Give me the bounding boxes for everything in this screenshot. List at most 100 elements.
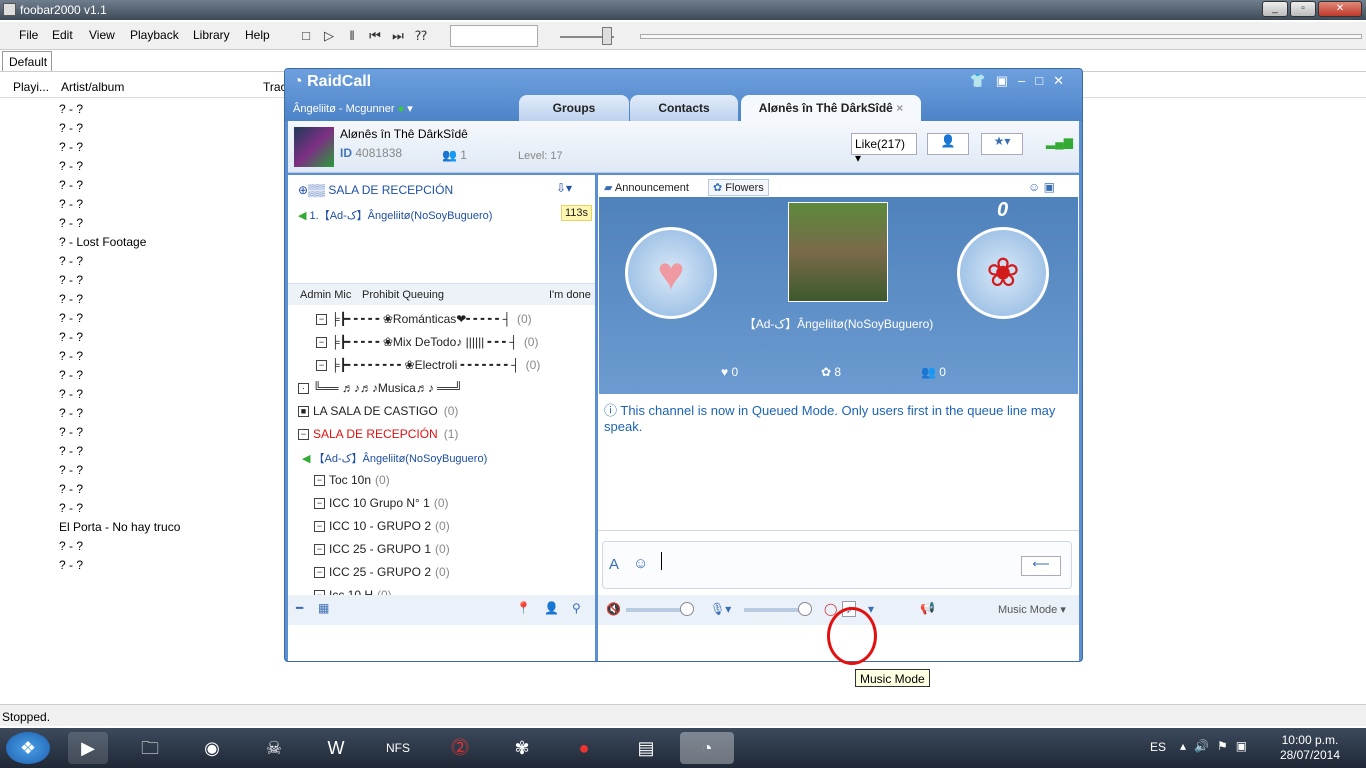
prohibit-queuing-button[interactable]: Prohibit Queuing xyxy=(362,289,444,301)
playlist-row[interactable]: El Porta - No hay truco xyxy=(59,520,180,534)
playlist-row[interactable]: ? - ? xyxy=(59,558,83,572)
next-icon[interactable]: ⏭ xyxy=(389,27,407,45)
locate-icon[interactable]: 📍 xyxy=(516,601,531,615)
favorite-button[interactable]: ★▾ xyxy=(981,133,1023,155)
playlist-row[interactable]: ? - ? xyxy=(59,330,83,344)
channel-item[interactable]: ■ LA SALA DE CASTIGO (0) xyxy=(298,404,458,418)
playlist-row[interactable]: ? - ? xyxy=(59,368,83,382)
playlist-row[interactable]: ? - ? xyxy=(59,425,83,439)
clock[interactable]: 10:00 p.m. 28/07/2014 xyxy=(1280,733,1340,763)
language-indicator[interactable]: ES xyxy=(1150,740,1166,754)
search-icon[interactable]: ⚲ xyxy=(572,601,581,615)
expand-icon[interactable]: − xyxy=(314,544,325,556)
playlist-row[interactable]: ? - ? xyxy=(59,311,83,325)
column-artist[interactable]: Artist/album xyxy=(61,80,124,94)
channel-settings-icon[interactable]: ▦ xyxy=(318,601,329,615)
channel-item[interactable]: − ╞┣╸╸╸╸╸❀Mix DeTodo♪ |||||| ╸╸╸┤ (0) xyxy=(316,335,538,349)
speaker-volume-thumb[interactable] xyxy=(680,602,694,616)
column-playing[interactable]: Playi... xyxy=(13,80,49,94)
playlist-row[interactable]: ? - Lost Footage xyxy=(59,235,146,249)
playlist-row[interactable]: ? - ? xyxy=(59,501,83,515)
like-button[interactable]: Like(217) ▾ xyxy=(851,133,917,165)
expand-icon[interactable]: ■ xyxy=(298,406,309,418)
alienware-icon[interactable]: ☠ xyxy=(254,732,294,764)
font-icon[interactable]: A xyxy=(609,556,619,573)
close-button[interactable]: ✕ xyxy=(1318,1,1362,17)
subchannel-item[interactable]: − ICC 25 - GRUPO 2 (0) xyxy=(314,565,450,579)
menu-edit[interactable]: Edit xyxy=(52,28,73,42)
expand-icon[interactable]: − xyxy=(314,521,325,533)
user-icon[interactable]: 👤 xyxy=(544,601,559,615)
speaker-mute-icon[interactable]: 🔇 xyxy=(606,602,621,616)
send-button[interactable]: ⟵ xyxy=(1021,556,1061,576)
playlist-row[interactable]: ? - ? xyxy=(59,273,83,287)
subchannel-item[interactable]: − ICC 10 Grupo N° 1 (0) xyxy=(314,496,449,510)
subchannel-item[interactable]: − Toc 10n (0) xyxy=(314,473,390,487)
playlist-row[interactable]: ? - ? xyxy=(59,406,83,420)
subchannel-item[interactable]: − ICC 25 - GRUPO 1 (0) xyxy=(314,542,450,556)
admin-mic-button[interactable]: Admin Mic xyxy=(300,289,351,301)
maximize-button[interactable]: ▫ xyxy=(1290,1,1316,17)
pause-icon[interactable]: ‖ xyxy=(343,27,361,45)
wow-icon[interactable]: W xyxy=(316,732,356,764)
channel-item[interactable]: − ╞┣╸╸╸╸╸╸╸╸❀Electroli ╸╸╸╸╸╸╸┤ (0) xyxy=(316,358,540,372)
collapse-icon[interactable]: ━ xyxy=(296,601,303,615)
add-member-button[interactable]: 👤 xyxy=(927,133,969,155)
media-player-icon[interactable]: ▶ xyxy=(68,732,108,764)
seek-bar[interactable] xyxy=(640,34,1362,39)
expand-icon[interactable]: − xyxy=(316,314,327,326)
menu-help[interactable]: Help xyxy=(245,28,270,42)
volume-thumb[interactable] xyxy=(602,27,612,45)
expand-icon[interactable]: − xyxy=(298,429,309,441)
playlist-row[interactable]: ? - ? xyxy=(59,178,83,192)
previous-icon[interactable]: ⏮ xyxy=(366,27,384,45)
announcement-tab[interactable]: ▰ Announcement xyxy=(604,181,689,194)
playlist-row[interactable]: ? - ? xyxy=(59,216,83,230)
queue-user[interactable]: ◀ 1.【Ad-ک】Ângeliitø(NoSoyBuguero) xyxy=(298,207,492,223)
playlist-row[interactable]: ? - ? xyxy=(59,102,83,116)
minimize-button[interactable]: _ xyxy=(1262,1,1288,17)
chrome-icon[interactable]: ◉ xyxy=(192,732,232,764)
channel-member[interactable]: ◀ 【Ad-ک】Ângeliitø(NoSoyBuguero) xyxy=(302,450,487,466)
menu-library[interactable]: Library xyxy=(193,28,230,42)
raidcall-taskbar-icon[interactable]: ◔ xyxy=(680,732,734,764)
random-icon[interactable]: ⁇ xyxy=(412,27,430,45)
tab-contacts[interactable]: Contacts xyxy=(630,95,738,121)
mic-icon[interactable]: 🎙▾ xyxy=(710,602,731,616)
playlist-row[interactable]: ? - ? xyxy=(59,197,83,211)
close-tab-icon[interactable]: × xyxy=(896,101,903,115)
expand-icon[interactable]: − xyxy=(316,337,327,349)
playlist-row[interactable]: ? - ? xyxy=(59,140,83,154)
rose-bubble[interactable]: ❀ xyxy=(957,227,1049,319)
mic-volume-thumb[interactable] xyxy=(798,602,812,616)
room-tools-icon[interactable]: ☺ ▣ xyxy=(1028,180,1055,194)
voice-mode-select[interactable]: Music Mode ▾ xyxy=(998,603,1066,616)
tray-icons[interactable]: ▴🔊⚑▣ xyxy=(1180,739,1255,753)
playlist-row[interactable]: ? - ? xyxy=(59,539,83,553)
flower-app-icon[interactable]: ✾ xyxy=(502,732,542,764)
playlist-row[interactable]: ? - ? xyxy=(59,349,83,363)
playlist-row[interactable]: ? - ? xyxy=(59,444,83,458)
nfs-icon[interactable]: NFS xyxy=(378,732,418,764)
expand-icon[interactable]: · xyxy=(298,383,309,395)
menu-file[interactable]: File xyxy=(19,28,38,42)
playlist-row[interactable]: ? - ? xyxy=(59,292,83,306)
broadcast-icon[interactable]: 📢 xyxy=(920,601,935,615)
tab-groups[interactable]: Groups xyxy=(519,95,629,121)
queue-menu-icon[interactable]: ⇩▾ xyxy=(556,181,572,195)
expand-icon[interactable]: − xyxy=(316,360,327,372)
playlist-row[interactable]: ? - ? xyxy=(59,482,83,496)
game-icon[interactable]: ● xyxy=(564,732,604,764)
channel-item[interactable]: · ╚══ ♬♪♬♪Musica♬♪ ══╝ xyxy=(298,381,469,395)
stop-icon[interactable]: □ xyxy=(297,27,315,45)
subchannel-item[interactable]: − ICC 10 - GRUPO 2 (0) xyxy=(314,519,450,533)
playlist-row[interactable]: ? - ? xyxy=(59,254,83,268)
expand-icon[interactable]: − xyxy=(314,475,325,487)
window-controls[interactable]: 👕▣–□✕ xyxy=(970,73,1074,89)
menu-playback[interactable]: Playback xyxy=(130,28,179,42)
flowers-tab[interactable]: ✿ Flowers xyxy=(708,179,769,196)
playlist-row[interactable]: ? - ? xyxy=(59,463,83,477)
tab-default[interactable]: Default xyxy=(2,51,52,71)
tab-group-room[interactable]: Alønês în Thê DârkSîdê × xyxy=(741,95,921,121)
im-done-button[interactable]: I'm done xyxy=(549,289,591,301)
